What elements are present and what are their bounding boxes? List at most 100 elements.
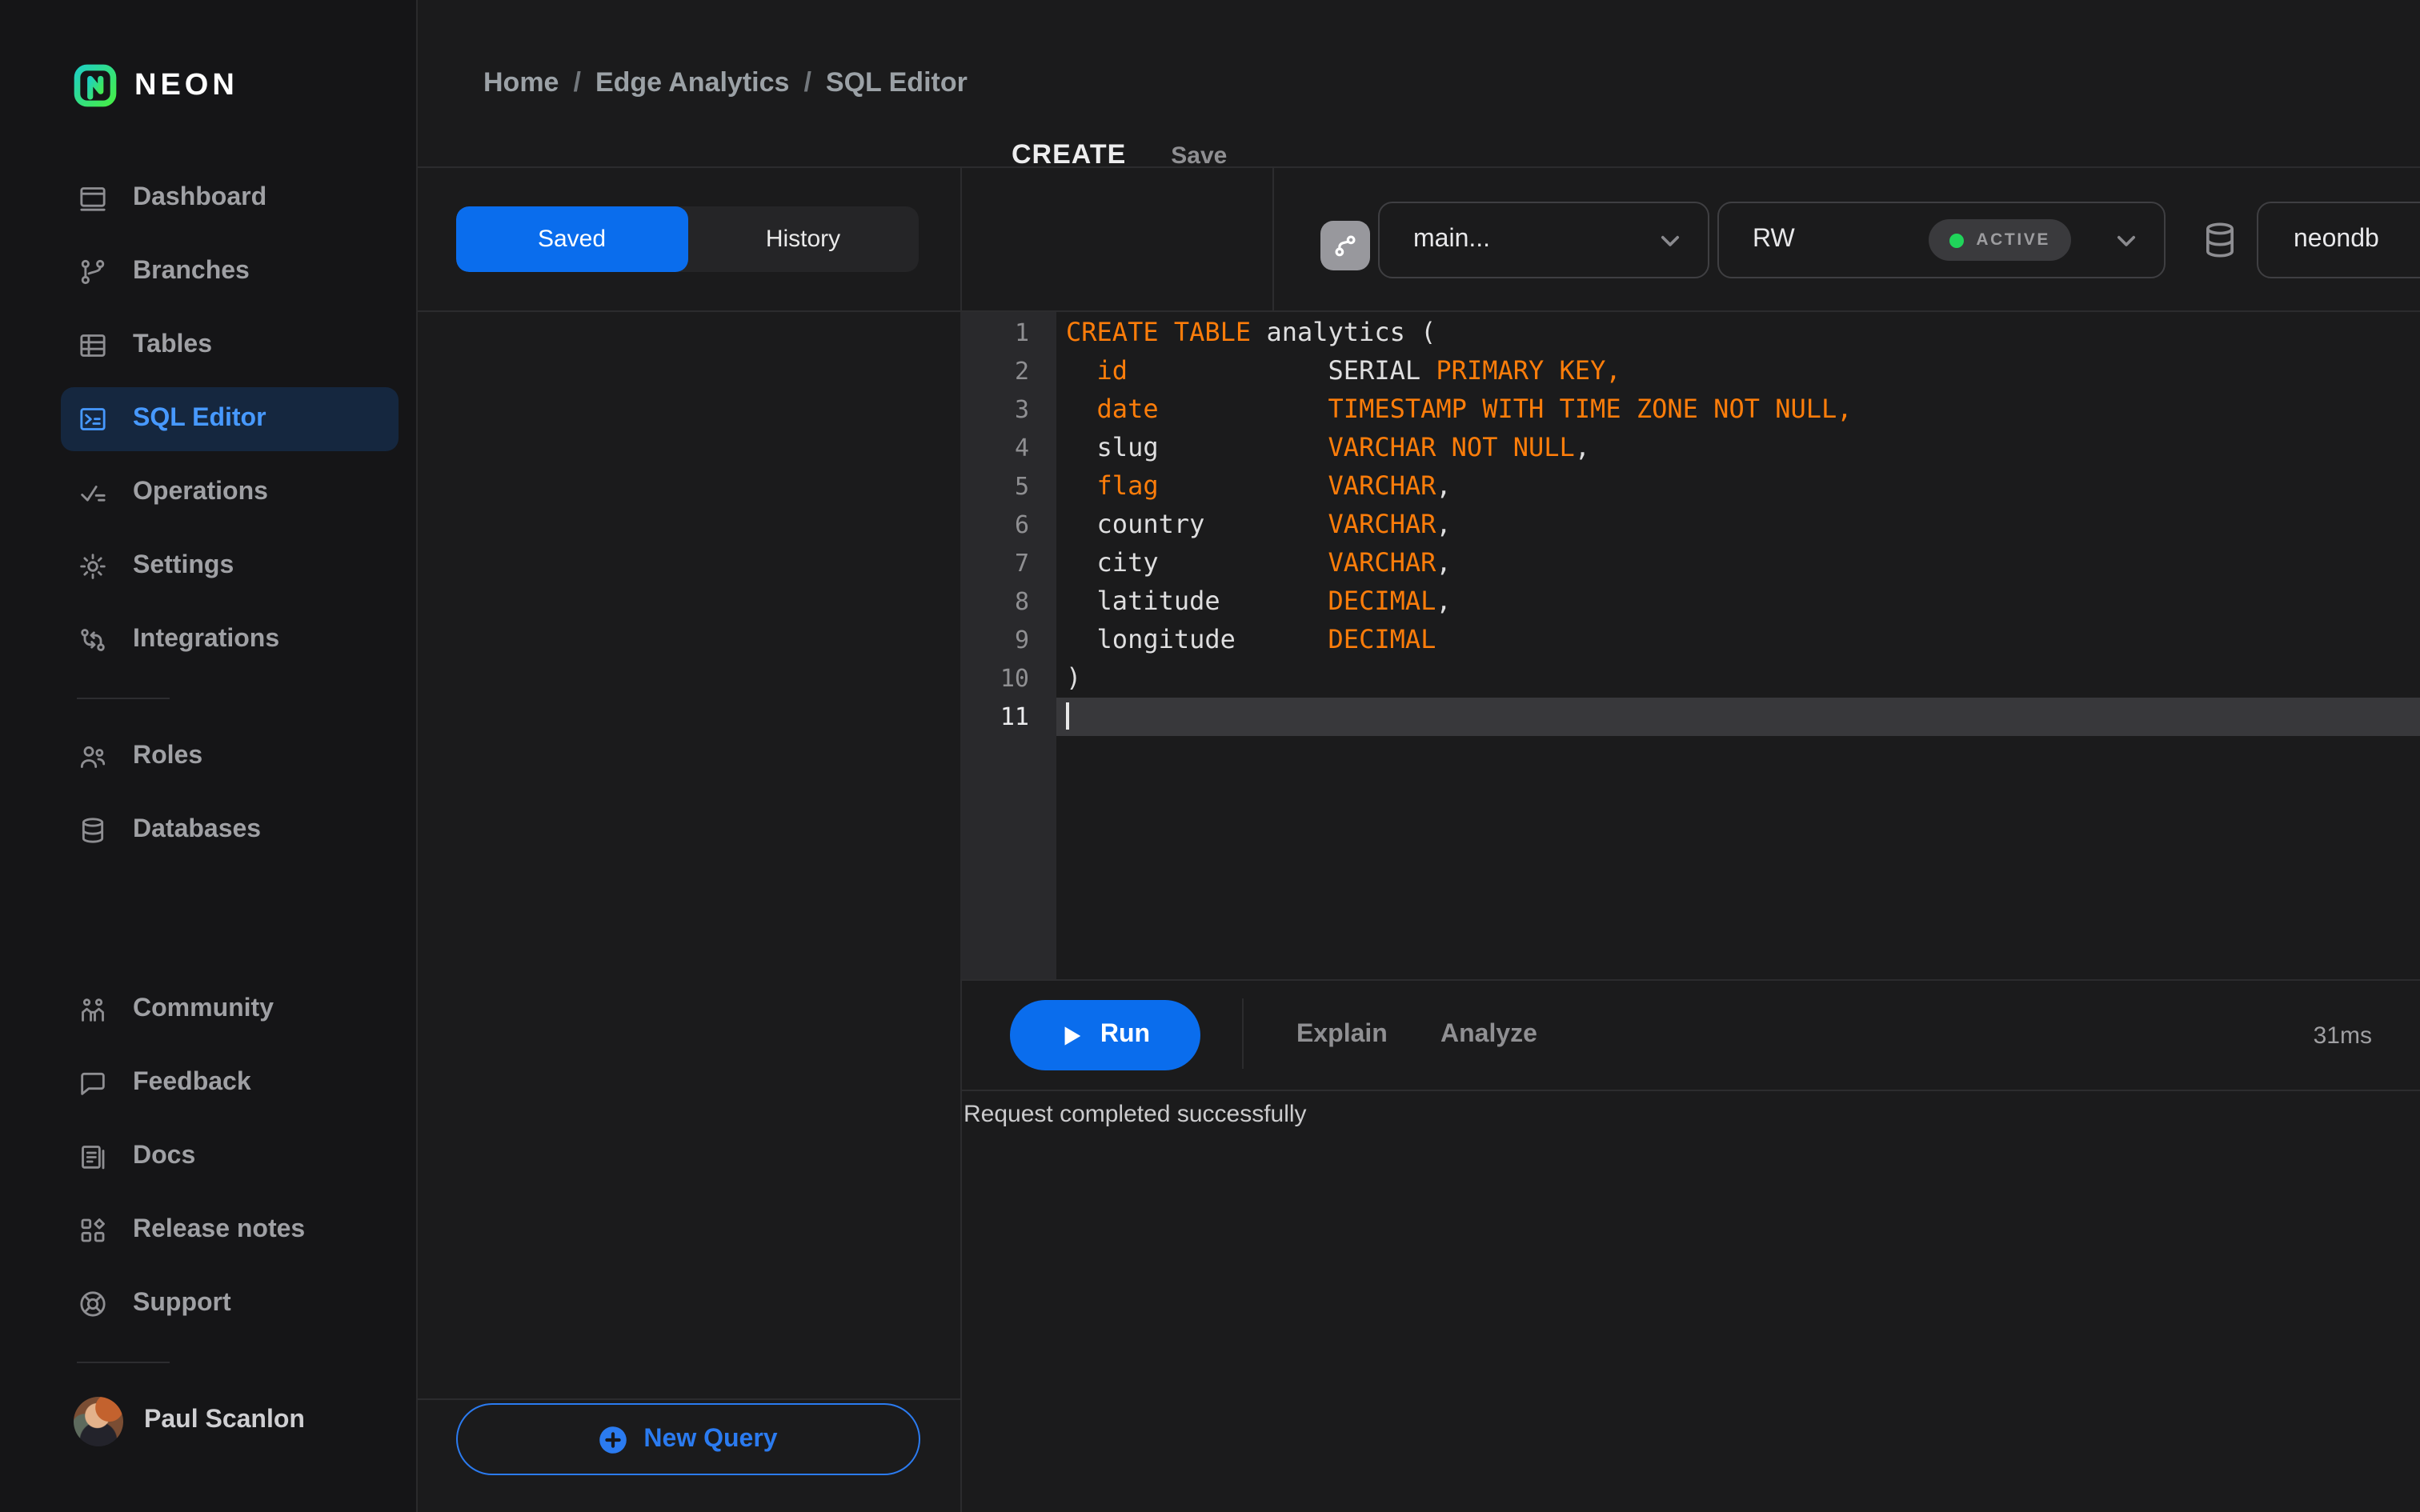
sidebar-item-label: Tables bbox=[133, 331, 212, 358]
sidebar-item-label: Branches bbox=[133, 258, 250, 285]
sidebar-item-label: Databases bbox=[133, 816, 262, 843]
operations-icon bbox=[77, 477, 109, 509]
breadcrumb-segment[interactable]: Edge Analytics bbox=[595, 67, 790, 99]
divider bbox=[960, 1090, 2420, 1091]
sidebar-item-integrations[interactable]: Integrations bbox=[0, 603, 416, 677]
tables-icon bbox=[77, 330, 109, 362]
status-badge: ACTIVE bbox=[1928, 219, 2071, 261]
code-line[interactable]: 1 CREATE TABLE analytics ( bbox=[960, 314, 2420, 352]
code-line[interactable]: 4 slug VARCHAR NOT NULL, bbox=[960, 429, 2420, 467]
code-line[interactable]: 10) bbox=[960, 659, 2420, 698]
code-line[interactable]: 3 date TIMESTAMP WITH TIME ZONE NOT NULL… bbox=[960, 390, 2420, 429]
sidebar-item-feedback[interactable]: Feedback bbox=[0, 1046, 416, 1120]
community-icon bbox=[77, 994, 109, 1026]
sidebar-item-label: Roles bbox=[133, 742, 203, 770]
line-number: 6 bbox=[1014, 510, 1029, 539]
status-label: ACTIVE bbox=[1976, 230, 2050, 250]
settings-icon bbox=[77, 550, 109, 582]
database-select-value: neondb bbox=[2294, 226, 2379, 253]
sidebar-item-settings[interactable]: Settings bbox=[0, 530, 416, 603]
sidebar-item-sql-editor[interactable]: SQL Editor bbox=[61, 387, 399, 451]
status-dot-icon bbox=[1949, 233, 1964, 247]
query-tabs: Saved History bbox=[456, 206, 919, 272]
code-line[interactable]: 5 flag VARCHAR, bbox=[960, 467, 2420, 506]
query-title: CREATE bbox=[1012, 139, 1127, 170]
sidebar-item-community[interactable]: Community bbox=[0, 973, 416, 1046]
sidebar-item-label: Dashboard bbox=[133, 184, 267, 211]
run-label: Run bbox=[1100, 1021, 1151, 1048]
line-number: 4 bbox=[1014, 434, 1029, 462]
code-text: city VARCHAR, bbox=[1066, 547, 1452, 578]
sidebar-item-support[interactable]: Support bbox=[0, 1267, 416, 1341]
compute-select[interactable]: RW ACTIVE bbox=[1717, 202, 2166, 278]
code-text: flag VARCHAR, bbox=[1096, 470, 1452, 501]
code-text: country VARCHAR, bbox=[1066, 509, 1452, 539]
sidebar-item-label: Release notes bbox=[133, 1216, 306, 1243]
line-number: 11 bbox=[1000, 702, 1029, 731]
divider bbox=[1272, 168, 1274, 310]
line-number: 5 bbox=[1014, 472, 1029, 501]
release-notes-icon bbox=[77, 1214, 109, 1246]
breadcrumb-segment[interactable]: Home bbox=[483, 67, 559, 99]
user-name: Paul Scanlon bbox=[144, 1406, 305, 1434]
code-line[interactable]: 2 id SERIAL PRIMARY KEY, bbox=[960, 352, 2420, 390]
database-select[interactable]: neondb bbox=[2257, 202, 2420, 278]
analyze-button[interactable]: Analyze bbox=[1440, 998, 1537, 1072]
user-menu[interactable]: Paul Scanlon bbox=[0, 1384, 416, 1458]
code-line[interactable]: 9 longitude DECIMAL bbox=[960, 621, 2420, 659]
branch-icon bbox=[1335, 235, 1356, 257]
explain-button[interactable]: Explain bbox=[1296, 998, 1388, 1072]
sidebar-item-label: Feedback bbox=[133, 1069, 251, 1096]
sidebar-item-release-notes[interactable]: Release notes bbox=[0, 1194, 416, 1267]
sidebar-item-roles[interactable]: Roles bbox=[0, 720, 416, 794]
sidebar-item-dashboard[interactable]: Dashboard bbox=[0, 162, 416, 235]
roles-icon bbox=[77, 741, 109, 773]
code-text: id SERIAL PRIMARY KEY, bbox=[1096, 355, 1621, 386]
line-number: 2 bbox=[1014, 357, 1029, 386]
sidebar-divider bbox=[77, 1362, 170, 1363]
chevron-down-icon bbox=[1661, 234, 1680, 246]
neon-logo-icon bbox=[74, 64, 117, 107]
breadcrumb-separator: / bbox=[803, 67, 811, 98]
sidebar-item-branches[interactable]: Branches bbox=[0, 235, 416, 309]
code-text: slug VARCHAR NOT NULL, bbox=[1066, 432, 1591, 462]
breadcrumb-separator: / bbox=[573, 67, 581, 98]
editor-header: CREATE Save bbox=[1012, 0, 1227, 310]
sidebar-item-operations[interactable]: Operations bbox=[0, 456, 416, 530]
code-line[interactable]: 11 bbox=[960, 698, 2420, 736]
sidebar-item-docs[interactable]: Docs bbox=[0, 1120, 416, 1194]
plus-circle-icon bbox=[599, 1426, 627, 1453]
sidebar-item-tables[interactable]: Tables bbox=[0, 309, 416, 382]
tab-history[interactable]: History bbox=[687, 206, 919, 272]
run-button[interactable]: Run bbox=[1010, 1000, 1200, 1070]
sidebar-item-label: Integrations bbox=[133, 626, 280, 653]
tab-saved[interactable]: Saved bbox=[456, 206, 687, 272]
code-line[interactable]: 6 country VARCHAR, bbox=[960, 506, 2420, 544]
divider bbox=[418, 1398, 960, 1400]
support-icon bbox=[77, 1288, 109, 1320]
brand-logo[interactable]: NEON bbox=[74, 64, 238, 107]
branch-button[interactable] bbox=[1320, 221, 1370, 270]
sql-code-editor[interactable]: 1 CREATE TABLE analytics (2 id SERIAL PRI… bbox=[960, 314, 2420, 736]
query-duration: 31ms bbox=[2313, 1022, 2372, 1049]
divider bbox=[960, 979, 2420, 981]
breadcrumb-segment[interactable]: SQL Editor bbox=[826, 67, 968, 99]
databases-icon bbox=[77, 814, 109, 846]
code-line[interactable]: 7 city VARCHAR, bbox=[960, 544, 2420, 582]
brand-name: NEON bbox=[134, 68, 238, 102]
code-text: CREATE TABLE analytics ( bbox=[1066, 317, 1436, 347]
save-button[interactable]: Save bbox=[1171, 142, 1227, 169]
divider bbox=[418, 310, 2420, 312]
new-query-button[interactable]: New Query bbox=[456, 1403, 920, 1475]
line-number: 3 bbox=[1014, 395, 1029, 424]
sidebar-item-databases[interactable]: Databases bbox=[0, 794, 416, 867]
code-line[interactable]: 8 latitude DECIMAL, bbox=[960, 582, 2420, 621]
branch-select[interactable]: main... bbox=[1378, 202, 1709, 278]
dashboard-icon bbox=[77, 182, 109, 214]
sidebar-item-label: Settings bbox=[133, 552, 234, 579]
chevron-down-icon bbox=[2117, 234, 2136, 246]
code-text: latitude DECIMAL, bbox=[1066, 586, 1452, 616]
line-number: 10 bbox=[1000, 664, 1029, 693]
user-avatar bbox=[74, 1396, 123, 1446]
